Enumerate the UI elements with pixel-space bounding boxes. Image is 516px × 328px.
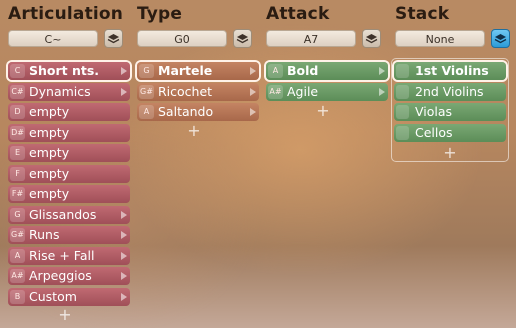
chevron-right-icon <box>121 210 127 219</box>
list-item[interactable]: B Custom <box>8 287 130 306</box>
add-type-button[interactable]: + <box>187 123 201 139</box>
list-item[interactable]: C Short nts. <box>8 62 130 80</box>
list-item[interactable]: A Bold <box>266 62 388 80</box>
list-item[interactable]: G Glissandos <box>8 205 130 224</box>
chevron-right-icon <box>379 87 385 96</box>
chevron-right-icon <box>121 292 127 301</box>
list-item[interactable]: G# Runs <box>8 226 130 244</box>
add-attack-button[interactable]: + <box>316 103 330 119</box>
layers-icon[interactable] <box>104 29 123 48</box>
list-item[interactable]: Eempty <box>8 144 130 162</box>
chevron-right-icon <box>121 67 127 75</box>
attack-title: Attack <box>266 4 330 24</box>
list-item[interactable]: D# empty <box>8 123 130 142</box>
list-item[interactable]: F# empty <box>8 185 130 203</box>
list-item[interactable]: A# Agile <box>266 82 388 101</box>
list-item[interactable]: A Saltando <box>137 103 259 121</box>
layers-icon[interactable] <box>491 29 510 48</box>
list-item[interactable]: G Martele <box>137 62 259 80</box>
list-item[interactable]: A# Arpeggios <box>8 267 130 285</box>
attack-selector[interactable]: A7 <box>266 30 356 47</box>
stack-column: Stack None <box>395 0 516 328</box>
type-selector[interactable]: G0 <box>137 30 227 47</box>
articulation-column: Articulation C~ C Short nts. C# Dynamics D… <box>8 0 132 328</box>
chevron-right-icon <box>121 87 127 96</box>
list-item[interactable]: Violas <box>394 103 506 121</box>
type-title: Type <box>137 4 183 24</box>
stack-panel: 1st Violins 2nd Violins Violas Cellos + <box>391 58 509 162</box>
list-item[interactable]: C# Dynamics <box>8 82 130 101</box>
layers-icon[interactable] <box>233 29 252 48</box>
list-item[interactable]: Fempty <box>8 164 130 183</box>
list-item[interactable]: 1st Violins <box>394 62 506 80</box>
stack-selector[interactable]: None <box>395 30 485 47</box>
articulation-selector[interactable]: C~ <box>8 30 98 47</box>
chevron-right-icon <box>121 272 127 280</box>
chevron-right-icon <box>250 67 256 75</box>
chevron-right-icon <box>379 67 385 75</box>
articulation-title: Articulation <box>8 4 124 24</box>
type-column: Type G0 G Martele G# Ricochet A Saltando + <box>137 0 261 328</box>
list-item[interactable]: G# Ricochet <box>137 82 259 101</box>
attack-column: Attack A7 A Bold A# Agile + <box>266 0 390 328</box>
add-articulation-button[interactable]: + <box>58 307 72 323</box>
chevron-right-icon <box>250 108 256 116</box>
chevron-right-icon <box>121 251 127 260</box>
list-item[interactable]: A Rise + Fall <box>8 246 130 265</box>
stack-title: Stack <box>395 4 450 24</box>
chevron-right-icon <box>250 87 256 96</box>
chevron-right-icon <box>121 231 127 239</box>
list-item[interactable]: 2nd Violins <box>394 82 506 101</box>
list-item[interactable]: Dempty <box>8 103 130 121</box>
layers-icon[interactable] <box>362 29 381 48</box>
list-item[interactable]: Cellos <box>394 123 506 142</box>
add-stack-button[interactable]: + <box>443 145 457 161</box>
